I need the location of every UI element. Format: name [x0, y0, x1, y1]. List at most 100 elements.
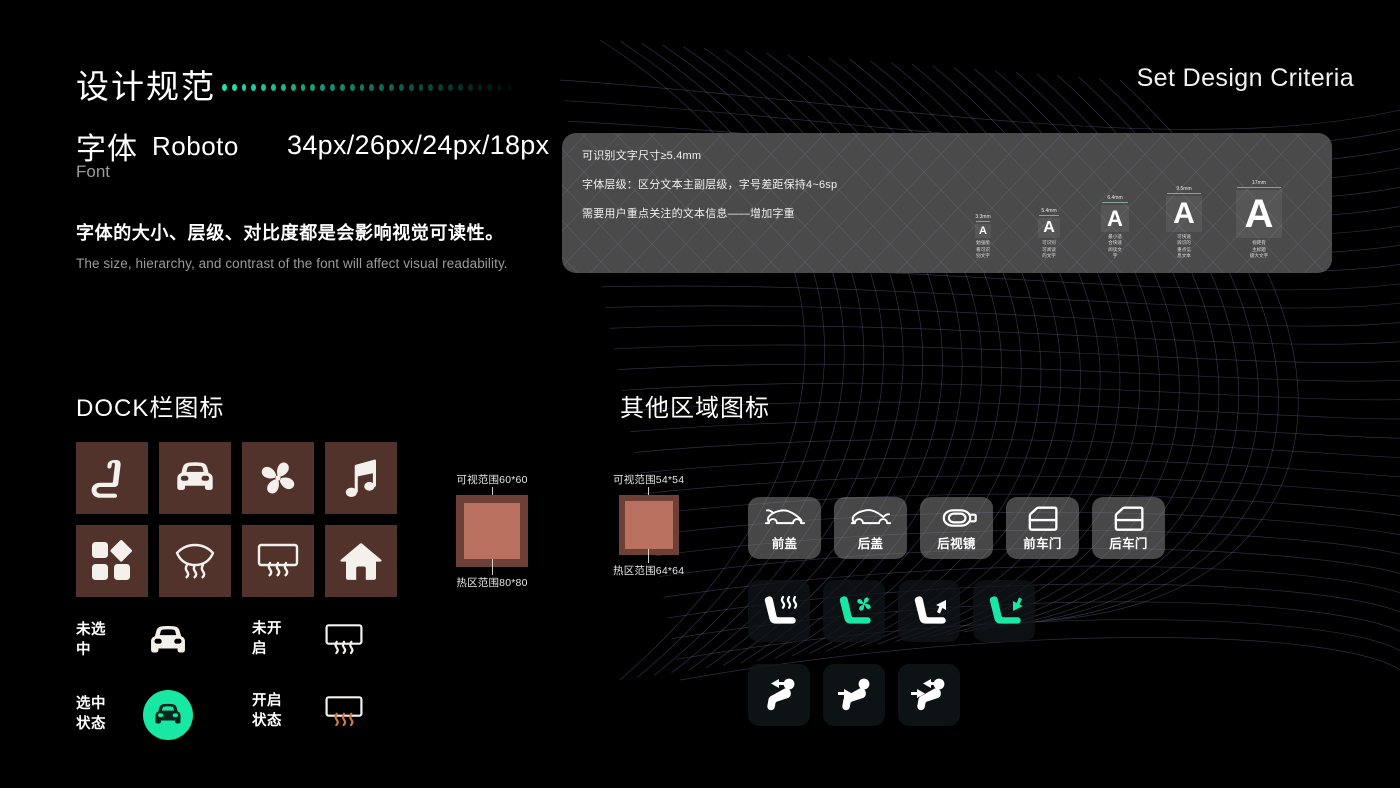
divider-dot [369, 83, 375, 91]
rear-defrost-icon [322, 690, 366, 734]
dock-icon-tile[interactable] [325, 442, 397, 514]
home-icon [337, 537, 385, 585]
seat-ventilation-icon [831, 589, 877, 633]
sample-caption-line: 息文本 [1177, 252, 1191, 258]
passenger-move-forward-icon [757, 675, 801, 715]
letter-size-sample: 6.4mm A 最小适 合快速 阅读文字 [1084, 195, 1146, 259]
state-artwork[interactable] [128, 618, 208, 664]
dock-state-example: 开启 状态 [252, 690, 384, 734]
sample-glyph-box: A [1166, 196, 1202, 233]
seat-function-tile[interactable] [898, 580, 960, 642]
state-artwork[interactable] [304, 618, 384, 662]
seat-function-tile[interactable] [973, 580, 1035, 642]
divider-dot [310, 83, 316, 91]
dock-state-example: 未开启 [252, 618, 384, 662]
seat-function-tile[interactable] [748, 580, 810, 642]
state-label: 未选中 [76, 622, 106, 658]
page-title: 设计规范 [76, 68, 216, 105]
state-active-pill[interactable] [143, 690, 193, 740]
sample-caption-line: 别文字 [976, 252, 990, 258]
criteria-line: 需要用户重点关注的文本信息——增加字重 [582, 208, 795, 220]
car-front-icon [151, 698, 185, 732]
dock-icon-tile[interactable] [242, 525, 314, 597]
trunk-icon [849, 504, 893, 532]
sample-glyph: A [1173, 197, 1195, 231]
divider-dot [497, 83, 503, 91]
other-icon-tile[interactable]: 后盖 [834, 497, 907, 559]
other-icon-label: 前车门 [1023, 537, 1062, 551]
divider-dot [379, 83, 385, 91]
music-note-icon [337, 454, 385, 502]
visible-square [464, 503, 520, 559]
dock-icon-grid [76, 442, 397, 597]
seat-icon [88, 454, 136, 502]
seat-adjust-back-icon [906, 589, 952, 633]
divider-dot [330, 83, 335, 91]
rear-defrost-icon [254, 537, 302, 585]
car-front-icon [145, 618, 191, 664]
sample-rule [1039, 215, 1059, 217]
hotzone-square [618, 495, 679, 555]
divider-dot [300, 83, 306, 91]
dock-state-example: 选中 状态 [76, 690, 208, 740]
seat-heating-icon [756, 589, 802, 633]
sample-caption: 勉强能 看可识 别文字 [952, 240, 1014, 259]
other-icon-tile[interactable]: 后车门 [1092, 497, 1165, 559]
other-icon-label: 前盖 [771, 537, 798, 551]
rear-door-icon [1107, 504, 1151, 532]
hotzone-range-label: 热区范围64*64 [613, 565, 685, 577]
divider-dot [389, 83, 394, 91]
sample-glyph-box: A [975, 224, 991, 239]
sample-size-label: 3.3mm [975, 214, 991, 221]
sample-caption-line: 辨识的 [1177, 240, 1191, 246]
letter-size-sample: 9.5mm A 可快速 辨识的 重点信 息文本 [1150, 186, 1218, 259]
dock-icon-tile[interactable] [76, 442, 148, 514]
sample-rule [1167, 193, 1201, 195]
dock-icon-tile[interactable] [242, 442, 314, 514]
sample-caption-line: 阅读文 [1108, 246, 1122, 252]
car-front-icon [171, 454, 219, 502]
dock-icon-tile[interactable] [159, 442, 231, 514]
sample-caption: 可快速 辨识的 重点信 息文本 [1150, 234, 1218, 259]
hood-icon [763, 504, 807, 532]
title-dot-divider [222, 80, 512, 94]
divider-dot [418, 83, 424, 91]
fan-icon [254, 454, 302, 502]
divider-dot [457, 83, 463, 91]
sample-rule [976, 221, 990, 223]
divider-dot [507, 83, 512, 91]
divider-dot [398, 83, 404, 91]
leader-line [648, 547, 650, 563]
sample-caption-line: 可快速 [1177, 234, 1191, 240]
passenger-position-tile[interactable] [823, 664, 885, 726]
sample-caption-line: 主标题 [1252, 246, 1266, 252]
sample-rule [1102, 202, 1128, 204]
passenger-position-tile[interactable] [898, 664, 960, 726]
divider-dot [320, 83, 326, 91]
state-artwork[interactable] [304, 690, 384, 734]
font-sizes-value: 34px/26px/24px/18px [287, 130, 550, 160]
state-artwork[interactable] [128, 690, 208, 740]
sample-size-label: 17mm [1252, 180, 1266, 187]
passenger-position-tile[interactable] [748, 664, 810, 726]
other-icon-tile[interactable]: 前盖 [748, 497, 821, 559]
other-icon-tile[interactable]: 前车门 [1006, 497, 1079, 559]
divider-dot [349, 83, 355, 91]
divider-dot [408, 83, 414, 91]
font-label-en: Font [76, 162, 111, 181]
other-icon-tile[interactable]: 后视镜 [920, 497, 993, 559]
state-label: 选中 状态 [76, 696, 106, 732]
sample-caption-line: 字 [1112, 252, 1118, 258]
divider-dot [222, 83, 227, 91]
size-spec-large: 可视范围60*60 热区范围80*80 [456, 472, 528, 590]
font-description-cn: 字体的大小、层级、对比度都是会影响视觉可读性。 [76, 223, 504, 243]
dock-state-examples: 未选中选中 状态 未开启开启 状态 [76, 614, 406, 744]
seat-function-tile[interactable] [823, 580, 885, 642]
criteria-line: 可识别文字尺寸≥5.4mm [582, 150, 702, 162]
other-section-title: 其他区域图标 [620, 395, 770, 422]
criteria-text-list: 可识别文字尺寸≥5.4mm 字体层级：区分文本主副层级，字号差距保持4~6sp … [582, 147, 837, 234]
dock-icon-tile[interactable] [76, 525, 148, 597]
divider-dot [241, 83, 247, 91]
dock-icon-tile[interactable] [159, 525, 231, 597]
dock-icon-tile[interactable] [325, 525, 397, 597]
